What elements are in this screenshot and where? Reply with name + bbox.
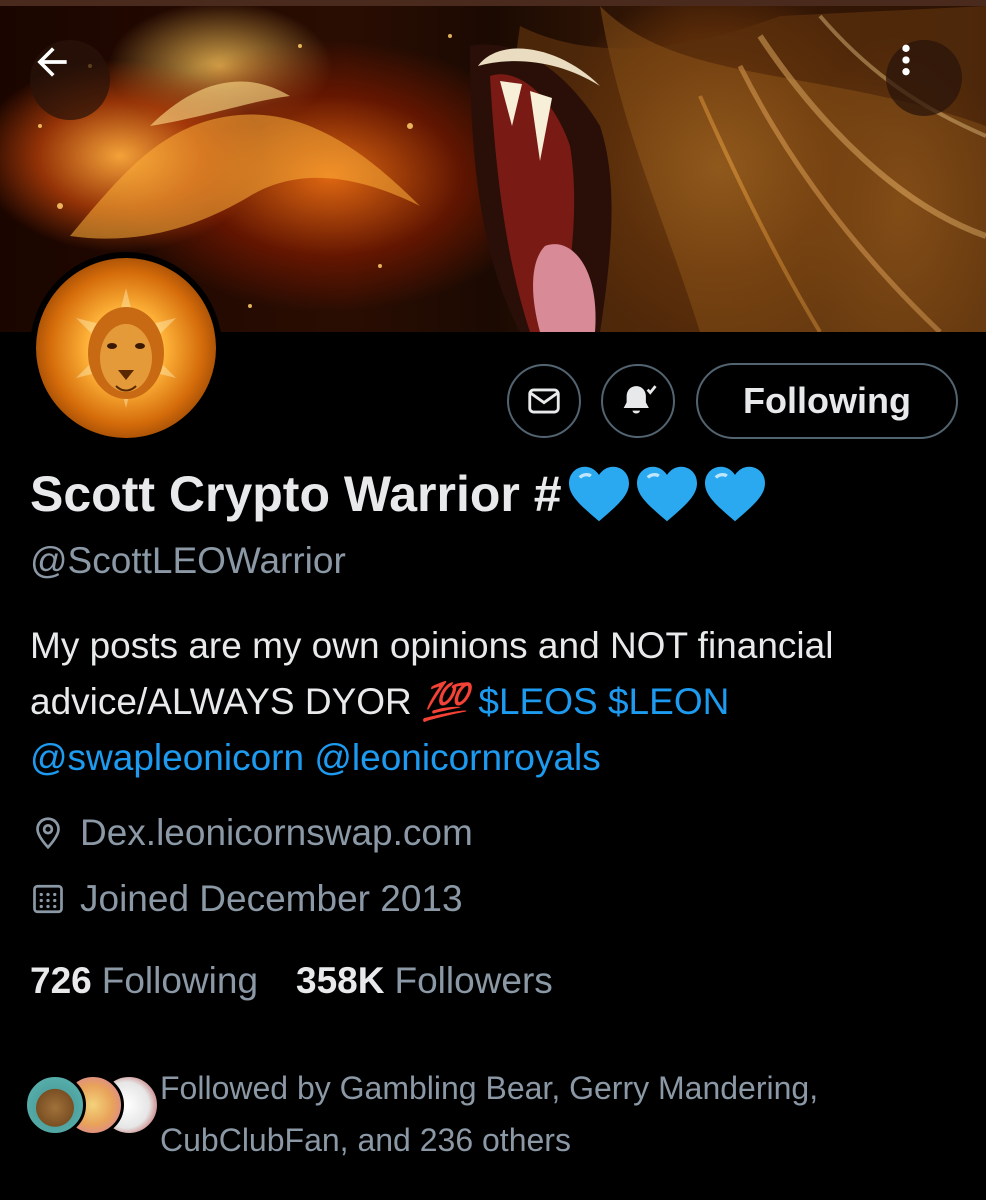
lion-avatar-image [36,258,216,438]
profile-website-link[interactable]: Dex.leonicornswap.com [80,812,473,854]
blue-hearts-emoji [566,464,770,524]
back-button[interactable] [30,40,110,120]
followed-by-avatars [24,1074,160,1144]
blue-heart-icon [636,466,697,522]
mail-icon [528,388,560,414]
bell-check-icon [623,385,657,414]
display-name-text: Scott Crypto Warrior # [30,466,562,522]
followed-by-text: Followed by Gambling Bear, Gerry Manderi… [160,1070,819,1158]
followers-count: 358K [296,960,385,1001]
profile-display-name: Scott Crypto Warrior # [30,464,770,524]
profile-handle: @ScottLEOWarrior [30,540,346,581]
profile-bio: My posts are my own opinions and NOT fin… [30,618,970,786]
blue-heart-icon [704,466,765,522]
profile-stats: 726 Following 358K Followers [30,960,591,1002]
bio-mentions-link[interactable]: @swapleonicorn @leonicornroyals [30,737,601,778]
following-stat-link[interactable]: 726 Following [30,960,258,1002]
following-button[interactable]: Following [696,363,958,439]
arrow-left-icon [37,47,67,77]
message-button[interactable] [507,364,581,438]
location-pin-icon [30,815,66,851]
more-vertical-icon [902,44,910,76]
following-label: Following [101,960,259,1001]
profile-website-row: Dex.leonicornswap.com [30,812,473,854]
following-count: 726 [30,960,92,1001]
hundred-points-emoji: 💯 [422,681,469,722]
more-options-button[interactable] [886,40,962,116]
bio-cashtags-link[interactable]: $LEOS $LEON [478,681,729,722]
notifications-button[interactable] [601,364,675,438]
followers-stat-link[interactable]: 358K Followers [296,960,553,1002]
blue-heart-icon [568,466,629,522]
follower-avatar [24,1074,86,1136]
calendar-icon [30,881,66,917]
followed-by-row[interactable]: Followed by Gambling Bear, Gerry Manderi… [24,1062,974,1166]
profile-avatar[interactable] [30,252,222,444]
profile-joined-text: Joined December 2013 [80,878,463,919]
profile-joined-row: Joined December 2013 [30,878,463,920]
followers-label: Followers [394,960,553,1001]
